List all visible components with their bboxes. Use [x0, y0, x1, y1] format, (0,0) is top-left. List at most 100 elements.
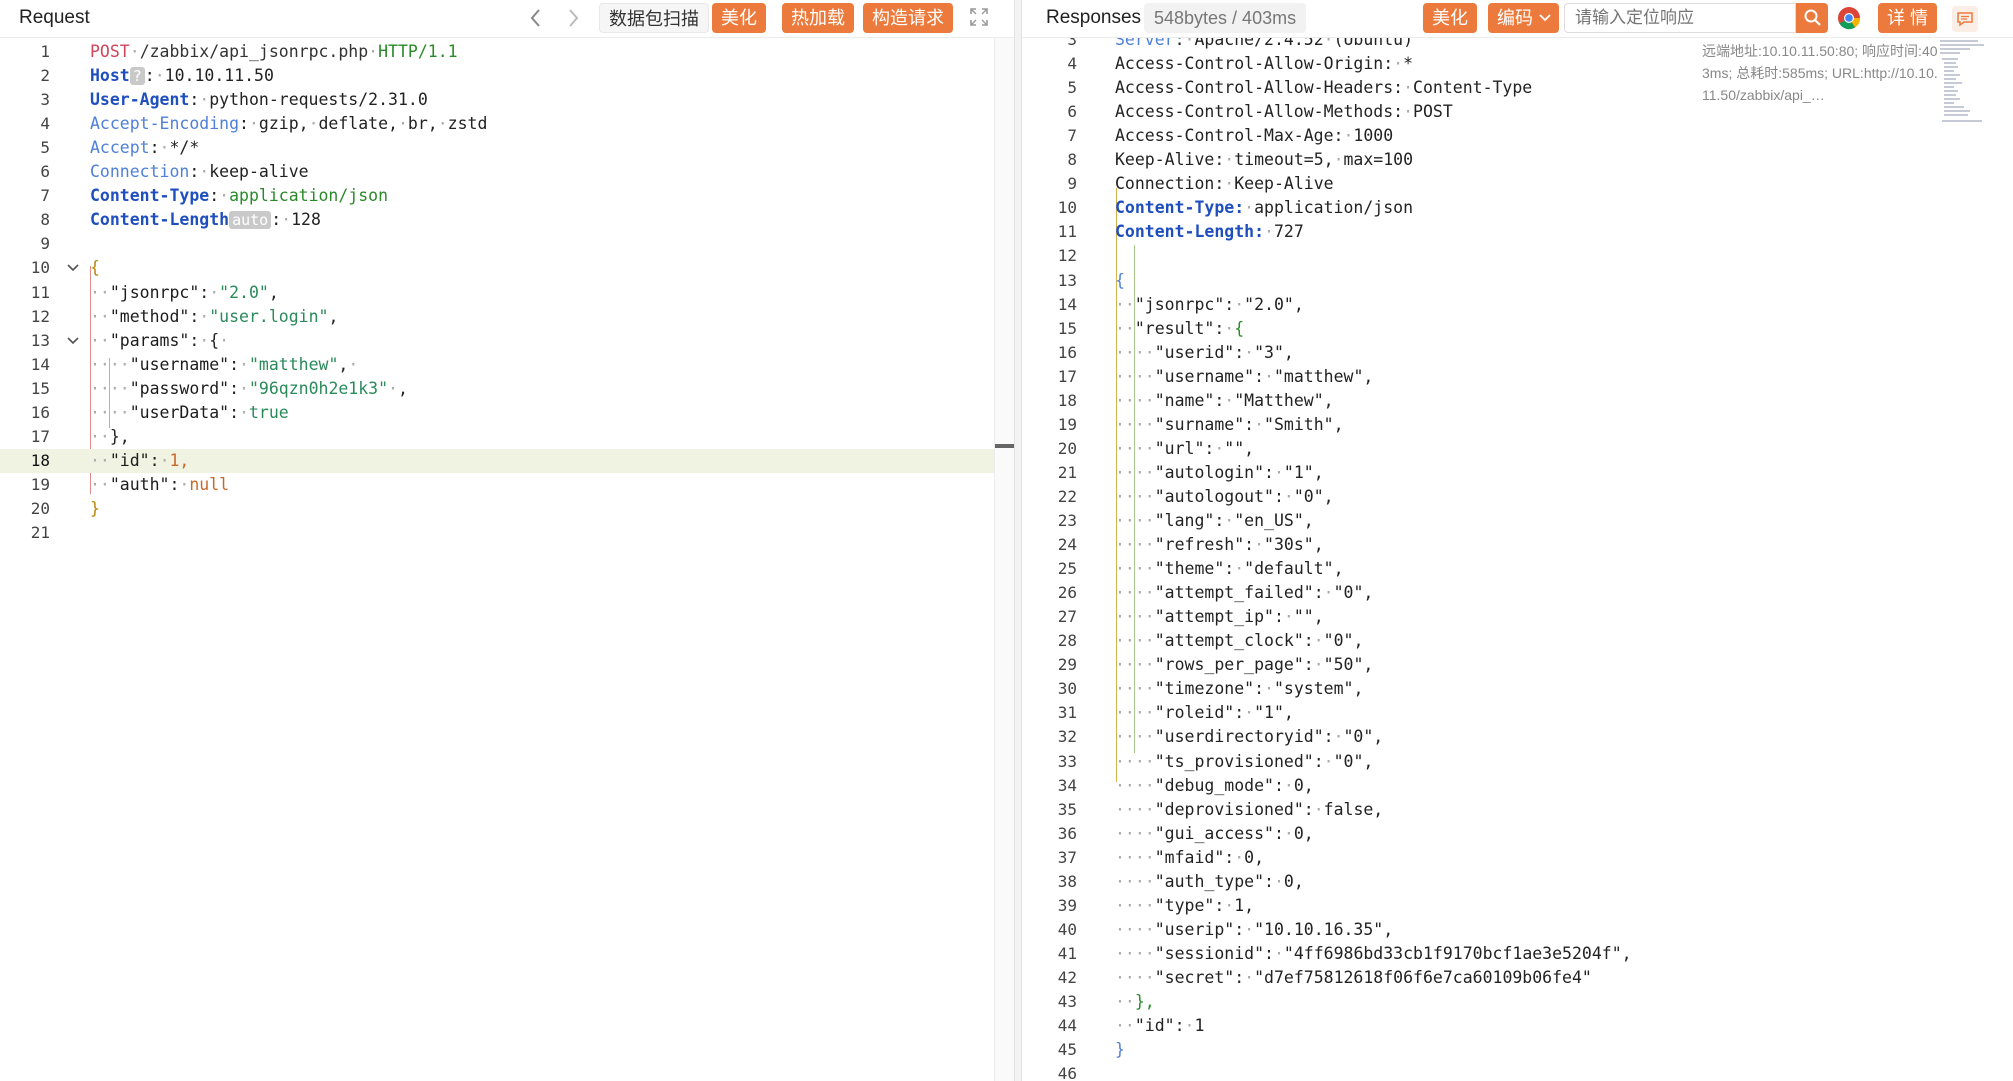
code-text: POST·/zabbix/api_jsonrpc.php·HTTP/1.1 [90, 40, 458, 64]
code-token: · [1184, 38, 1195, 49]
encode-dropdown[interactable]: 编码 [1488, 3, 1559, 33]
code-line[interactable]: 10 { [0, 256, 1014, 280]
code-line[interactable]: 14 ··"jsonrpc":·"2.0", [1022, 293, 2013, 317]
code-line[interactable]: 22 ····"autologout":·"0", [1022, 485, 2013, 509]
code-token: · [1273, 871, 1284, 891]
code-line[interactable]: 38 ····"auth_type":·0, [1022, 870, 2013, 894]
code-line[interactable]: 41 ····"sessionid":·"4ff6986bd33cb1f9170b… [1022, 942, 2013, 966]
expand-icon[interactable] [968, 6, 990, 34]
code-token: ·· [90, 450, 110, 470]
fold-chevron-icon[interactable] [66, 329, 80, 353]
code-line[interactable]: 20 ····"url":·"", [1022, 437, 2013, 461]
line-number: 39 [1057, 895, 1077, 915]
code-line[interactable]: 21 ····"autologin":·"1", [1022, 461, 2013, 485]
code-line[interactable]: 7 Content-Type:·application/json [0, 184, 1014, 208]
code-line[interactable]: 29 ····"rows_per_page":·"50", [1022, 653, 2013, 677]
build-request-button[interactable]: 构造请求 [863, 3, 953, 33]
code-token: · [1224, 174, 1235, 194]
code-token: ·· [90, 282, 110, 302]
code-token: ···· [1115, 438, 1155, 458]
code-line[interactable]: 45} [1022, 1038, 2013, 1062]
code-text: Accept-Encoding:·gzip,·deflate,·br,·zstd [90, 112, 487, 136]
code-line[interactable]: 19 ··"auth":·null [0, 473, 1014, 497]
code-line[interactable]: 46 [1022, 1062, 2013, 1081]
response-search-input[interactable] [1564, 3, 1796, 33]
code-line[interactable]: 13 { [1022, 269, 2013, 293]
packet-scan-button[interactable]: 数据包扫描 [599, 3, 709, 33]
request-editor[interactable]: 1 POST·/zabbix/api_jsonrpc.php·HTTP/1.1 2 H… [0, 38, 1014, 1081]
code-line[interactable]: 26 ····"attempt_failed":·"0", [1022, 581, 2013, 605]
code-line[interactable]: 9 [0, 232, 1014, 256]
code-line[interactable]: 12 ··"method":·"user.login", [0, 305, 1014, 329]
code-line[interactable]: 30 ····"timezone":·"system", [1022, 677, 2013, 701]
response-minimap[interactable] [1938, 40, 1988, 126]
code-line[interactable]: 34 ····"debug_mode":·0, [1022, 774, 2013, 798]
code-token: · [1244, 919, 1255, 939]
code-line[interactable]: 27 ····"attempt_ip":·"", [1022, 605, 2013, 629]
code-token: · [1313, 799, 1324, 819]
line-number: 20 [1057, 438, 1077, 458]
code-line[interactable]: 36 ····"gui_access":·0, [1022, 822, 2013, 846]
hot-load-button[interactable]: 热加载 [782, 3, 854, 33]
code-line[interactable]: 1 POST·/zabbix/api_jsonrpc.php·HTTP/1.1 [0, 40, 1014, 64]
response-editor[interactable]: 3 Server:·Apache/2.4.52·(Ubuntu) 4 Access-C… [1022, 38, 2013, 1081]
code-line[interactable]: 10 Content-Type:·application/json [1022, 196, 2013, 220]
code-token: "name": [1154, 390, 1225, 410]
code-line[interactable]: 18 ····"name":·"Matthew", [1022, 389, 2013, 413]
code-token: ···· [1115, 703, 1155, 723]
code-line[interactable]: 8 Keep-Alive:·timeout=5,·max=100 [1022, 148, 2013, 172]
request-beautify-button[interactable]: 美化 [712, 3, 766, 33]
code-line[interactable]: 7 Access-Control-Max-Age:·1000 [1022, 124, 2013, 148]
code-line[interactable]: 28 ····"attempt_clock":·"0", [1022, 629, 2013, 653]
line-number: 37 [1057, 847, 1077, 867]
request-scrollbar[interactable] [994, 38, 1014, 1081]
code-line[interactable]: 24 ····"refresh":·"30s", [1022, 533, 2013, 557]
code-line[interactable]: 15 ····"password":·"96qzn0h2e1k3"·, [0, 377, 1014, 401]
code-line[interactable]: 2 Host?:·10.10.11.50 [0, 64, 1014, 88]
code-line[interactable]: 4 Accept-Encoding:·gzip,·deflate,·br,·zst… [0, 112, 1014, 136]
code-line[interactable]: 11 Content-Length:·727 [1022, 220, 2013, 244]
response-beautify-button[interactable]: 美化 [1423, 3, 1477, 33]
code-line[interactable]: 17 ··}, [0, 425, 1014, 449]
code-line[interactable]: 16 ····"userData":·true [0, 401, 1014, 425]
comment-icon[interactable] [1952, 6, 1978, 32]
code-line[interactable]: 13 ··"params":·{· [0, 329, 1014, 353]
code-line[interactable]: 42 ····"secret":·"d7ef75812618f06f6e7ca60… [1022, 966, 2013, 990]
code-line[interactable]: 5 Accept:·*/* [0, 136, 1014, 160]
code-line[interactable]: 16 ····"userid":·"3", [1022, 341, 2013, 365]
chrome-icon[interactable] [1837, 6, 1863, 32]
code-token: "password" [129, 378, 230, 398]
code-line[interactable]: 18 ··"id":·1, [0, 448, 1014, 473]
chevron-right-icon[interactable] [565, 5, 581, 37]
chevron-left-icon[interactable] [528, 5, 544, 37]
code-line[interactable]: 21 [0, 521, 1014, 545]
details-button[interactable]: 详 情 [1878, 3, 1938, 33]
code-line[interactable]: 14 ····"username":·"matthew",· [0, 353, 1014, 377]
code-line[interactable]: 9 Connection:·Keep-Alive [1022, 172, 2013, 196]
code-line[interactable]: 37 ····"mfaid":·0, [1022, 846, 2013, 870]
code-line[interactable]: 15 ··"result":·{ [1022, 317, 2013, 341]
code-line[interactable]: 31 ····"roleid":·"1", [1022, 701, 2013, 725]
code-line[interactable]: 17 ····"username":·"matthew", [1022, 365, 2013, 389]
code-line[interactable]: 44 ··"id":·1 [1022, 1014, 2013, 1038]
code-line[interactable]: 3 User-Agent:·python-requests/2.31.0 [0, 88, 1014, 112]
code-line[interactable]: 25 ····"theme":·"default", [1022, 557, 2013, 581]
code-line[interactable]: 32 ····"userdirectoryid":·"0", [1022, 725, 2013, 749]
fold-chevron-icon[interactable] [66, 256, 80, 280]
code-token: "username": [1154, 366, 1265, 386]
code-line[interactable]: 43 ··}, [1022, 990, 2013, 1014]
code-line[interactable]: 39 ····"type":·1, [1022, 894, 2013, 918]
code-line[interactable]: 40 ····"userip":·"10.10.16.35", [1022, 918, 2013, 942]
search-button[interactable] [1796, 3, 1828, 33]
code-line[interactable]: 19 ····"surname":·"Smith", [1022, 413, 2013, 437]
code-line[interactable]: 12 [1022, 244, 2013, 268]
code-line[interactable]: 11 ··"jsonrpc":·"2.0", [0, 281, 1014, 305]
code-line[interactable]: 8 Content-Length auto:·128 [0, 208, 1014, 232]
code-line[interactable]: 33 ····"ts_provisioned":·"0", [1022, 750, 2013, 774]
code-line[interactable]: 6 Connection:·keep-alive [0, 160, 1014, 184]
code-line[interactable]: 23 ····"lang":·"en_US", [1022, 509, 2013, 533]
code-token: "sessionid": [1154, 943, 1274, 963]
pane-splitter[interactable] [1014, 0, 1022, 1081]
code-line[interactable]: 20} [0, 497, 1014, 521]
code-line[interactable]: 35 ····"deprovisioned":·false, [1022, 798, 2013, 822]
